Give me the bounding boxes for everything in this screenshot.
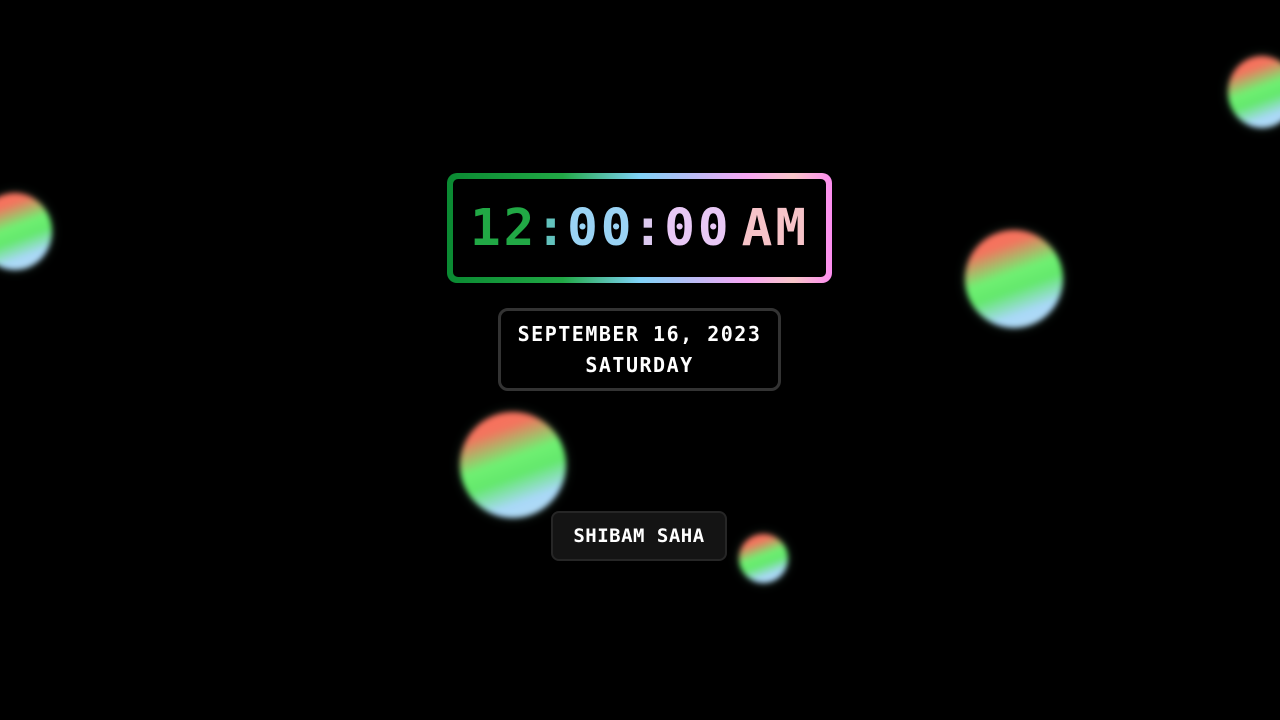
date-display: SEPTEMBER 16, 2023 SATURDAY (498, 308, 781, 391)
date-full: SEPTEMBER 16, 2023 (517, 321, 762, 346)
clock-separator: : (535, 198, 570, 258)
author-badge: SHIBAM SAHA (551, 511, 727, 561)
date-weekday: SATURDAY (585, 352, 694, 377)
clock-seconds: 00 (664, 198, 732, 258)
decorative-orb (0, 193, 52, 270)
decorative-orb (965, 230, 1063, 328)
digital-clock: 12:00:00 AM (453, 179, 826, 277)
clock-ampm: AM (741, 198, 810, 258)
clock-hours: 12 (469, 198, 538, 258)
decorative-orb (460, 412, 566, 518)
clock-separator: : (632, 198, 667, 258)
author-name: SHIBAM SAHA (573, 525, 705, 547)
decorative-orb (739, 534, 788, 583)
clock-minutes: 00 (567, 198, 635, 258)
decorative-orb (1228, 56, 1280, 128)
clock-frame: 12:00:00 AM (447, 173, 832, 283)
